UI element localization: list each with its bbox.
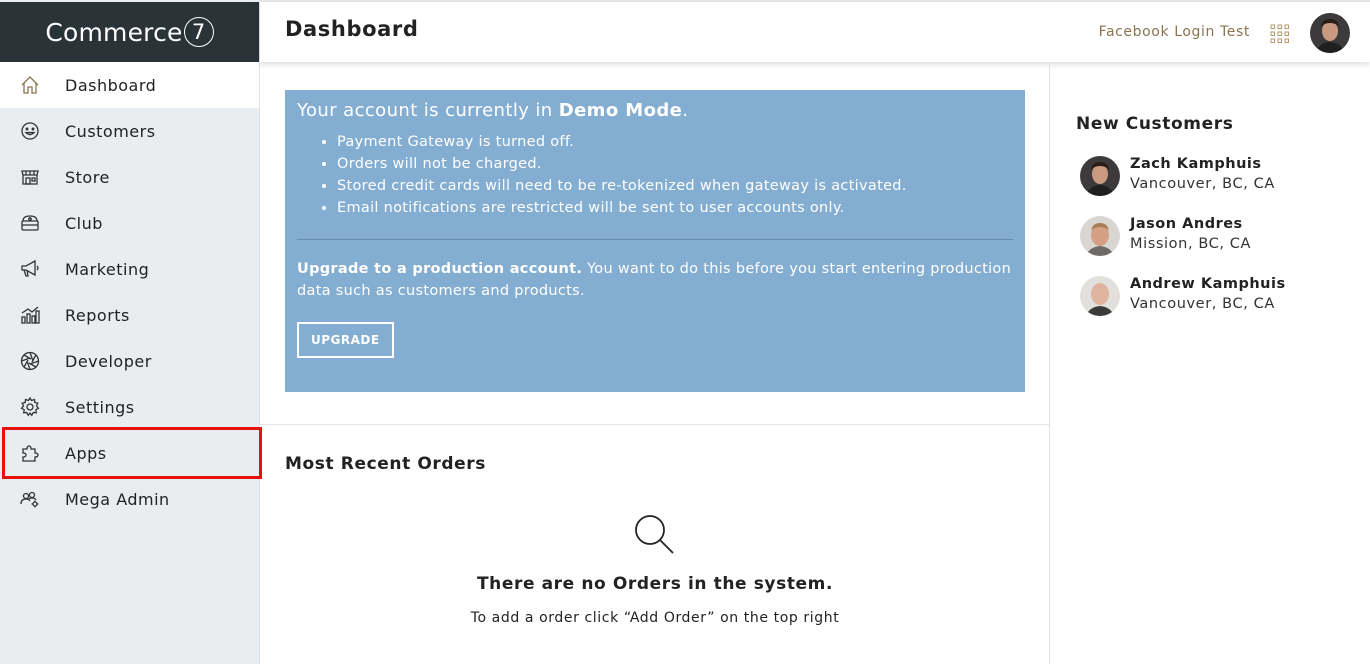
account-name-link[interactable]: Facebook Login Test (1099, 24, 1250, 40)
sidebar-item-label: Apps (65, 443, 107, 463)
demo-bullet: Email notifications are restricted will … (337, 197, 1013, 219)
sidebar-item-label: Settings (65, 397, 135, 417)
brand-logo[interactable]: Commerce 7 (0, 0, 259, 62)
upgrade-description: Upgrade to a production account. You wan… (297, 258, 1013, 302)
sidebar-item-label: Customers (65, 121, 156, 141)
demo-bullet: Stored credit cards will need to be re-t… (337, 175, 1013, 197)
users-gear-icon (19, 488, 41, 510)
sidebar-item-label: Dashboard (65, 75, 157, 95)
customer-item[interactable]: Jason Andres Mission, BC, CA (1080, 216, 1360, 260)
demo-divider (297, 239, 1013, 240)
sidebar-item-settings[interactable]: Settings (0, 384, 259, 430)
customer-avatar (1080, 276, 1120, 316)
customer-item[interactable]: Andrew Kamphuis Vancouver, BC, CA (1080, 276, 1360, 320)
demo-title-bold: Demo Mode (558, 100, 683, 121)
demo-bullet-list: Payment Gateway is turned off. Orders wi… (337, 131, 1013, 219)
demo-title: Your account is currently in Demo Mode. (297, 100, 1013, 121)
demo-mode-banner: Your account is currently in Demo Mode. … (285, 90, 1025, 392)
customer-name: Jason Andres (1130, 216, 1243, 232)
bar-chart-icon (19, 304, 41, 326)
sidebar-item-club[interactable]: Club (0, 200, 259, 246)
demo-bullet: Payment Gateway is turned off. (337, 131, 1013, 153)
customer-name: Zach Kamphuis (1130, 156, 1262, 172)
new-customers-title: New Customers (1076, 114, 1234, 134)
puzzle-icon (19, 442, 41, 464)
top-header: Dashboard Facebook Login Test (260, 0, 1370, 62)
sidebar-item-mega-admin[interactable]: Mega Admin (0, 476, 259, 522)
aperture-icon (19, 350, 41, 372)
sidebar-item-label: Mega Admin (65, 489, 170, 509)
customer-name: Andrew Kamphuis (1130, 276, 1286, 292)
sidebar-item-label: Store (65, 167, 110, 187)
empty-orders-title: There are no Orders in the system. (476, 574, 834, 594)
demo-title-suffix: . (682, 100, 689, 121)
brand-name: Commerce (45, 17, 183, 47)
search-icon (632, 512, 676, 556)
sidebar-nav: Dashboard Customers Store Club Marketing (0, 62, 259, 522)
upgrade-heading: Upgrade to a production account. (297, 261, 583, 277)
new-customers-panel: New Customers Zach Kamphuis Vancouver, B… (1051, 62, 1370, 664)
customer-item[interactable]: Zach Kamphuis Vancouver, BC, CA (1080, 156, 1360, 200)
sidebar-item-marketing[interactable]: Marketing (0, 246, 259, 292)
customer-location: Vancouver, BC, CA (1130, 176, 1275, 192)
sidebar-item-label: Reports (65, 305, 130, 325)
demo-title-prefix: Your account is currently in (297, 100, 559, 121)
apps-grid-icon[interactable] (1270, 24, 1290, 44)
section-divider (260, 424, 1050, 425)
user-avatar[interactable] (1310, 13, 1350, 53)
club-icon (19, 212, 41, 234)
sidebar-item-developer[interactable]: Developer (0, 338, 259, 384)
storefront-icon (19, 166, 41, 188)
sidebar-item-dashboard[interactable]: Dashboard (0, 62, 259, 108)
sidebar-item-apps[interactable]: Apps (0, 430, 259, 476)
gear-icon (19, 396, 41, 418)
sidebar-item-customers[interactable]: Customers (0, 108, 259, 154)
home-icon (19, 74, 41, 96)
sidebar-item-reports[interactable]: Reports (0, 292, 259, 338)
customer-location: Mission, BC, CA (1130, 236, 1252, 252)
recent-orders-title: Most Recent Orders (285, 454, 486, 474)
sidebar-item-label: Developer (65, 351, 152, 371)
sidebar-item-label: Marketing (65, 259, 150, 279)
customer-avatar (1080, 156, 1120, 196)
brand-mark: 7 (183, 17, 214, 47)
customer-location: Vancouver, BC, CA (1130, 296, 1275, 312)
sidebar: Commerce 7 Dashboard Customers Store Club (0, 0, 260, 664)
customer-avatar (1080, 216, 1120, 256)
upgrade-button[interactable]: UPGRADE (297, 322, 394, 358)
demo-bullet: Orders will not be charged. (337, 153, 1013, 175)
empty-orders-subtitle: To add a order click “Add Order” on the … (470, 610, 840, 626)
megaphone-icon (19, 258, 41, 280)
sidebar-item-store[interactable]: Store (0, 154, 259, 200)
page-title: Dashboard (285, 17, 419, 41)
main-content: Your account is currently in Demo Mode. … (260, 62, 1050, 664)
sidebar-item-label: Club (65, 213, 103, 233)
smiley-icon (19, 120, 41, 142)
